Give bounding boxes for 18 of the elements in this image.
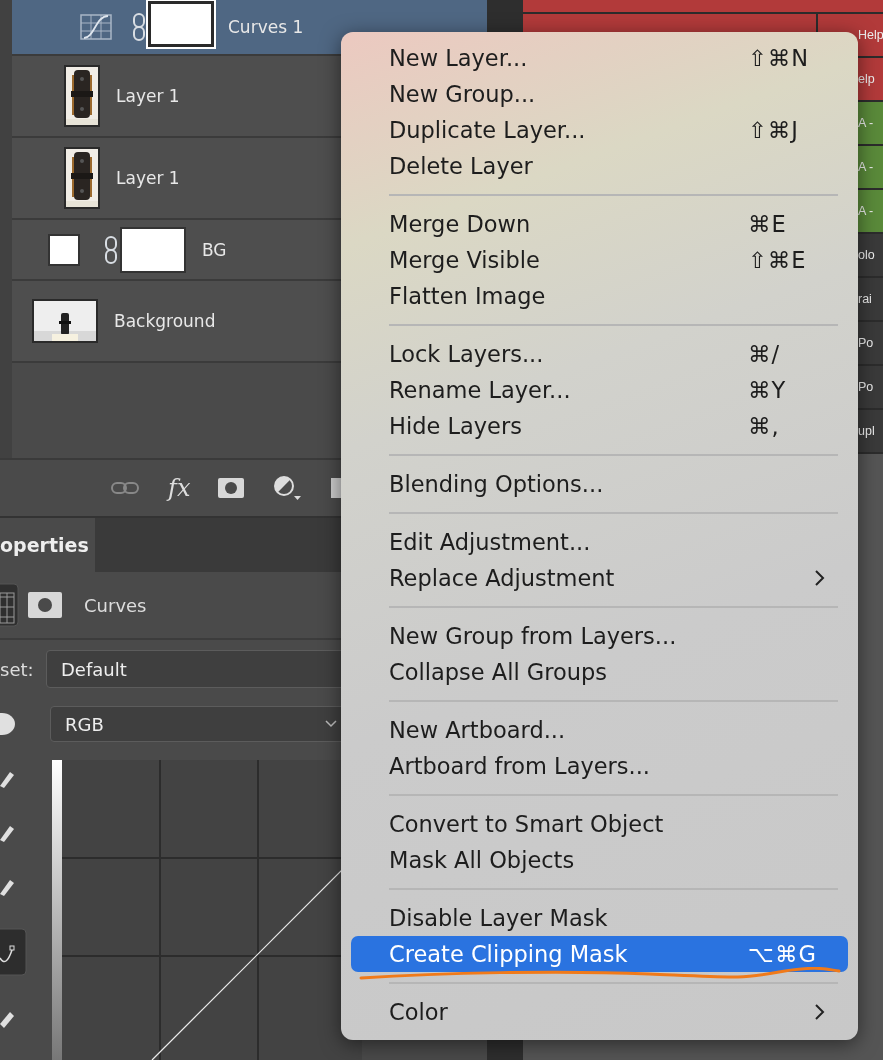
menu-item[interactable]: Color (351, 994, 848, 1030)
menu-item[interactable]: Edit Adjustment... (351, 524, 848, 560)
layer-name: Background (114, 311, 216, 331)
menu-item[interactable]: Mask All Objects (351, 842, 848, 878)
properties-tab[interactable]: operties (0, 517, 95, 572)
layer-name: Layer 1 (116, 86, 180, 106)
layer-name: Layer 1 (116, 168, 180, 188)
menu-item[interactable]: Disable Layer Mask (351, 900, 848, 936)
menu-item[interactable]: Replace Adjustment (351, 560, 848, 596)
layer-style-button[interactable]: fx (168, 473, 191, 502)
menu-item[interactable]: Create Clipping Mask ⌥⌘G (351, 936, 848, 972)
preset-label: set: (0, 658, 35, 680)
adjustment-type: Curves (84, 594, 147, 616)
menu-item[interactable]: Blending Options... (351, 466, 848, 502)
menu-item[interactable]: Artboard from Layers... (351, 748, 848, 784)
menu-item[interactable]: Convert to Smart Object (351, 806, 848, 842)
layer-name: BG (202, 239, 227, 260)
layer-name: Curves 1 (228, 17, 304, 37)
